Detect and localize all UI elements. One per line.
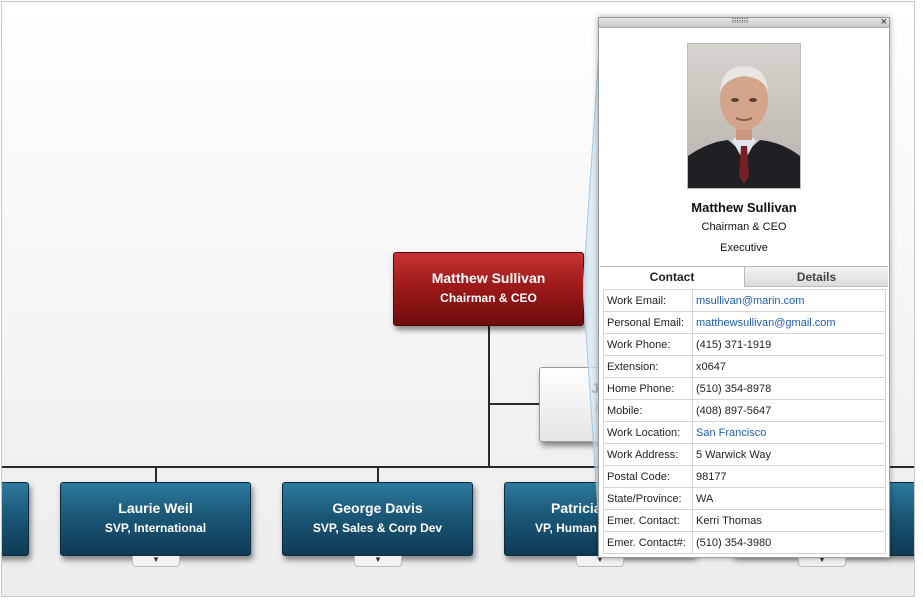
contact-value: Kerri Thomas <box>692 509 886 532</box>
node-title: SVP, Sales & Corp Dev <box>312 521 443 535</box>
contact-label: Work Address: <box>603 443 693 466</box>
contact-row: Personal Email: matthewsullivan@gmail.com <box>603 311 886 334</box>
expand-toggle[interactable]: ▼ <box>354 556 402 567</box>
contact-row: Work Email: msullivan@marin.com <box>603 289 886 312</box>
tab-details[interactable]: Details <box>745 267 888 287</box>
contact-value: (415) 371-1919 <box>692 333 886 356</box>
contact-label: Home Phone: <box>603 377 693 400</box>
popup-drag-handle[interactable]: ⠿⠿⠿⠿⠿ × <box>599 16 889 28</box>
contact-row: Home Phone: (510) 354-8978 <box>603 377 886 400</box>
contact-row: Emer. Contact#: (510) 354-3980 <box>603 531 886 554</box>
node-name: Matthew Sullivan <box>431 270 546 286</box>
chevron-down-icon: ▼ <box>152 555 160 564</box>
contact-value: x0647 <box>692 355 886 378</box>
node-name: Laurie Weil <box>118 500 193 516</box>
contact-label: Emer. Contact: <box>603 509 693 532</box>
employee-department: Executive <box>720 242 768 254</box>
connector-line <box>488 325 490 468</box>
contact-value: 98177 <box>692 465 886 488</box>
contact-label: State/Province: <box>603 487 693 510</box>
contact-row: Emer. Contact: Kerri Thomas <box>603 509 886 532</box>
contact-row: State/Province: WA <box>603 487 886 510</box>
tab-contact[interactable]: Contact <box>600 267 745 287</box>
contact-label: Work Email: <box>603 289 693 312</box>
contact-row: Postal Code: 98177 <box>603 465 886 488</box>
contact-value: WA <box>692 487 886 510</box>
grip-icon: ⠿⠿⠿⠿⠿ <box>731 19 749 25</box>
expand-toggle[interactable]: ▼ <box>132 556 180 567</box>
ceo-node[interactable]: Matthew Sullivan Chairman & CEO <box>393 252 584 326</box>
chevron-down-icon: ▼ <box>374 555 382 564</box>
employee-photo <box>687 43 801 189</box>
contact-label: Work Phone: <box>603 333 693 356</box>
contact-label: Mobile: <box>603 399 693 422</box>
contact-label: Work Location: <box>603 421 693 444</box>
employee-title: Chairman & CEO <box>701 221 787 233</box>
report-node-left-partial[interactable] <box>2 482 29 556</box>
connector-line <box>377 467 379 483</box>
contact-label: Extension: <box>603 355 693 378</box>
connector-line <box>155 467 157 483</box>
contact-value: (510) 354-3980 <box>692 531 886 554</box>
node-title: Chairman & CEO <box>440 291 537 305</box>
contact-label: Emer. Contact#: <box>603 531 693 554</box>
contact-row: Work Address: 5 Warwick Way <box>603 443 886 466</box>
popup-tabs: Contact Details <box>600 266 888 287</box>
employee-name: Matthew Sullivan <box>691 200 797 215</box>
employee-detail-popup[interactable]: ⠿⠿⠿⠿⠿ × Matthew Sullivan Chairman & CEO … <box>598 16 890 558</box>
node-name: George Davis <box>332 500 423 516</box>
contact-link[interactable]: matthewsullivan@gmail.com <box>692 311 886 334</box>
contact-table: Work Email: msullivan@marin.com Personal E… <box>603 289 886 554</box>
contact-link[interactable]: msullivan@marin.com <box>692 289 886 312</box>
contact-link[interactable]: San Francisco <box>692 421 886 444</box>
contact-row: Extension: x0647 <box>603 355 886 378</box>
contact-value: (408) 897-5647 <box>692 399 886 422</box>
connector-line <box>488 403 540 405</box>
contact-label: Postal Code: <box>603 465 693 488</box>
contact-row: Work Phone: (415) 371-1919 <box>603 333 886 356</box>
contact-row: Mobile: (408) 897-5647 <box>603 399 886 422</box>
report-node[interactable]: George Davis SVP, Sales & Corp Dev <box>282 482 473 556</box>
contact-value: 5 Warwick Way <box>692 443 886 466</box>
node-title: SVP, International <box>104 521 207 535</box>
close-icon[interactable]: × <box>881 16 887 28</box>
contact-row: Work Location: San Francisco <box>603 421 886 444</box>
contact-label: Personal Email: <box>603 311 693 334</box>
report-node[interactable]: Laurie Weil SVP, International <box>60 482 251 556</box>
contact-value: (510) 354-8978 <box>692 377 886 400</box>
